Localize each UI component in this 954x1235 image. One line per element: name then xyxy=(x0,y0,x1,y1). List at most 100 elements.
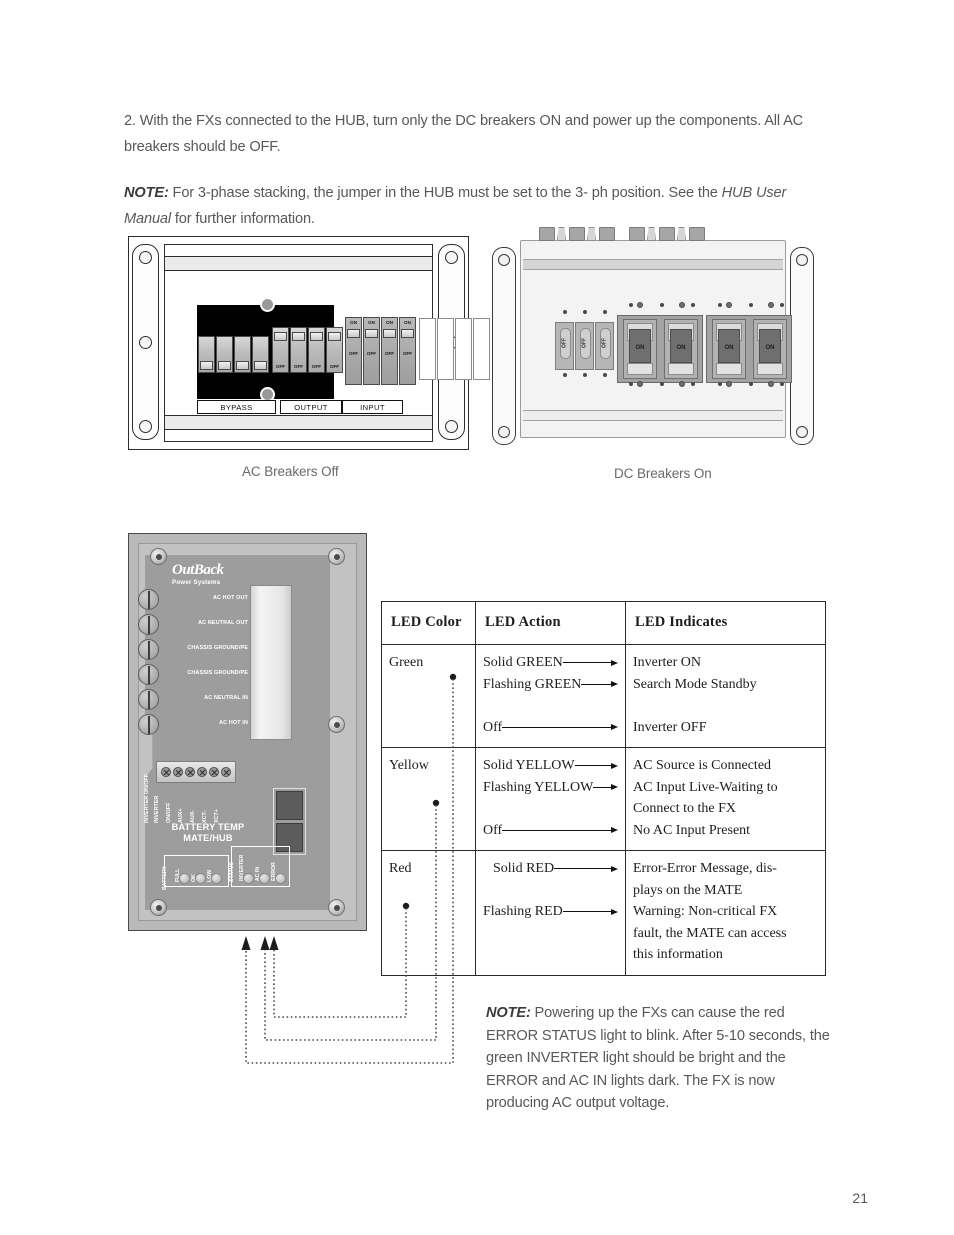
screw-icon xyxy=(139,336,152,349)
terminal-label-chassis-ground-2: CHASSIS GROUND/PE xyxy=(187,670,248,676)
input-breaker[interactable]: ON OFF xyxy=(363,317,380,385)
header-pin-icon[interactable] xyxy=(221,767,231,777)
action-line: Solid GREEN xyxy=(483,652,618,674)
indicates-line: Inverter ON xyxy=(633,655,702,670)
terminal-dot xyxy=(691,303,695,307)
breaker-lever xyxy=(383,329,396,338)
header-pin-icon[interactable] xyxy=(209,767,219,777)
action-line: Flashing YELLOW xyxy=(483,777,618,799)
bottom-note-label: NOTE: xyxy=(486,1005,531,1021)
callout-arrow-green xyxy=(241,936,251,950)
ac-figure-caption: AC Breakers Off xyxy=(242,464,339,479)
arrow-icon xyxy=(502,724,618,731)
dc-big-breaker[interactable]: ON xyxy=(753,319,787,379)
empty-slot xyxy=(437,318,454,380)
arrow-icon xyxy=(554,865,618,872)
dc-small-breaker[interactable]: OFF xyxy=(555,322,574,370)
screw-icon xyxy=(796,254,808,266)
breaker-lever xyxy=(328,332,341,341)
battery-led-label-ok: OK xyxy=(191,874,197,882)
screw-icon xyxy=(139,420,152,433)
logo-brand: OutBack xyxy=(172,562,224,578)
output-breaker[interactable]: OFF xyxy=(290,327,307,373)
bypass-breaker[interactable]: OFF xyxy=(198,336,215,373)
bypass-breaker[interactable]: OFF xyxy=(234,336,251,373)
page-number: 21 xyxy=(852,1190,868,1206)
input-breaker[interactable]: ON OFF xyxy=(381,317,398,385)
status-led-label-error: ERROR xyxy=(271,862,277,881)
terminal-dot xyxy=(749,382,753,386)
breaker-on-label: ON xyxy=(404,320,411,325)
terminal-label-chassis-ground-1: CHASSIS GROUND/PE xyxy=(187,645,248,651)
table-row: Green Solid GREEN Flashing GREEN Off Inv… xyxy=(381,644,826,748)
terminal-label-ac-neutral-in: AC NEUTRAL IN xyxy=(204,695,248,701)
header-pin-icon[interactable] xyxy=(197,767,207,777)
breaker-on-label: ON xyxy=(368,320,375,325)
arrow-icon xyxy=(574,762,618,769)
battery-led-label-full: FULL xyxy=(175,868,181,882)
terminal-dot xyxy=(726,302,732,308)
input-breaker[interactable]: ON OFF xyxy=(399,317,416,385)
led-action-red: Solid RED Flashing RED xyxy=(475,850,626,976)
led-action-green: Solid GREEN Flashing GREEN Off xyxy=(475,644,626,748)
dc-panel-body: OFF OFF OFF ON ON ON ON xyxy=(520,227,792,438)
arrow-icon xyxy=(562,908,618,915)
outback-logo: OutBack Power Systems xyxy=(172,562,258,587)
terminal-dot xyxy=(679,302,685,308)
input-breaker[interactable]: ON OFF xyxy=(345,317,362,385)
terminal-block-strip xyxy=(250,585,292,740)
bypass-breaker[interactable]: OFF xyxy=(216,336,233,373)
battery-temp-jack[interactable] xyxy=(276,791,303,820)
terminal-dot xyxy=(780,303,784,307)
breaker-on-label: ON xyxy=(386,320,393,325)
led-color-red: Red xyxy=(381,850,476,976)
screw-icon xyxy=(796,426,808,438)
output-breaker[interactable]: OFF xyxy=(308,327,325,373)
action-label: Solid GREEN xyxy=(483,655,563,670)
indicates-line: Search Mode Standby xyxy=(633,676,757,692)
indicates-line: Inverter OFF xyxy=(633,719,707,735)
table-row: Red Solid RED Flashing RED Error-Error M… xyxy=(381,850,826,976)
header-pin-icon[interactable] xyxy=(173,767,183,777)
terminal-dot xyxy=(691,382,695,386)
dc-breaker-panel-figure: OFF OFF OFF ON ON ON ON xyxy=(492,227,814,450)
step-2-paragraph: 2. With the FXs connected to the HUB, tu… xyxy=(124,113,804,155)
status-led-label-inverter: INVERTER xyxy=(239,854,245,881)
action-label: Off xyxy=(483,719,503,735)
output-breaker[interactable]: OFF xyxy=(272,327,289,373)
arrow-icon xyxy=(593,784,618,791)
mounting-bolt-icon xyxy=(328,548,345,565)
screw-icon xyxy=(498,426,510,438)
terminal-label-ac-neutral-out: AC NEUTRAL OUT xyxy=(198,620,248,626)
header-pin-icon[interactable] xyxy=(161,767,171,777)
dc-small-breaker[interactable]: OFF xyxy=(575,322,594,370)
dc-panel-top-rail xyxy=(523,259,783,270)
terminal-dot xyxy=(637,302,643,308)
breaker-foot xyxy=(716,363,742,375)
pin-label-inverter: INVERTER xyxy=(154,795,160,823)
breaker-lever xyxy=(347,329,360,338)
output-breaker[interactable]: OFF xyxy=(326,327,343,373)
dc-big-breaker[interactable]: ON xyxy=(712,319,746,379)
input-section-label: INPUT xyxy=(342,400,403,414)
header-pin-icon[interactable] xyxy=(185,767,195,777)
table-header-row: LED Color LED Action LED Indicates xyxy=(381,601,826,645)
ac-panel-body: OFF OFF OFF OFF OFF OFF xyxy=(164,244,490,442)
terminal-dot xyxy=(768,381,774,387)
bypass-breaker[interactable]: OFF xyxy=(252,336,269,373)
mounting-bolt-icon xyxy=(328,899,345,916)
breaker-lever xyxy=(218,361,231,370)
indicates-line: this information xyxy=(633,947,723,962)
status-led-group: STATUS INVERTER AC IN ERROR xyxy=(229,846,290,887)
empty-slot xyxy=(473,318,490,380)
dc-small-breaker[interactable]: OFF xyxy=(595,322,614,370)
breaker-lever xyxy=(254,361,267,370)
dc-big-breaker[interactable]: ON xyxy=(664,319,698,379)
indicates-line: Warning: Non-critical FX xyxy=(633,904,778,919)
top-note: NOTE: For 3-phase stacking, the jumper i… xyxy=(124,180,830,232)
led-indicates-red: Error-Error Message, dis- plays on the M… xyxy=(625,850,826,976)
bottom-note-text: Powering up the FXs can cause the red ER… xyxy=(486,1005,830,1111)
led-indicates-green: Inverter ON Search Mode Standby Inverter… xyxy=(625,644,826,748)
dc-big-breaker[interactable]: ON xyxy=(623,319,657,379)
